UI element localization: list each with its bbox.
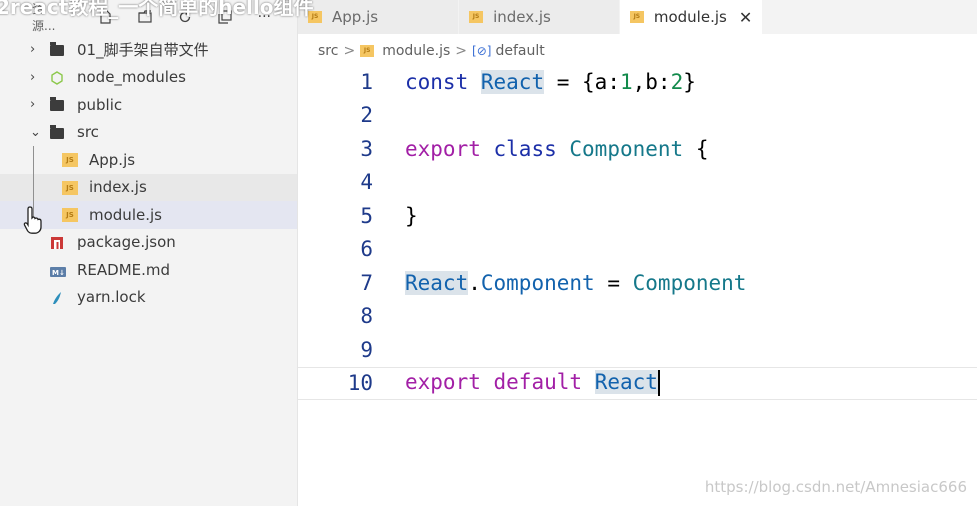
node-folder-icon [50,70,66,85]
code-line: 7 React.Component = Component [298,266,977,299]
js-file-icon: JS [469,11,484,23]
code-line: 2 [298,99,977,132]
breadcrumb-src[interactable]: src [318,43,338,59]
code-line: 3 export class Component { [298,132,977,165]
tree-item-node-modules[interactable]: › node_modules [0,64,297,92]
watermark: https://blog.csdn.net/Amnesiac666 [704,478,967,496]
line-number: 3 [360,136,373,161]
chevron-right-icon: › [30,97,36,113]
js-file-icon: JS [360,45,375,57]
breadcrumb-separator: > [455,43,468,59]
chevron-right-icon: › [30,42,36,58]
code-line: 6 [298,233,977,266]
markdown-file-icon: M↓ [50,264,66,278]
yarn-file-icon [50,290,66,304]
chevron-right-icon: › [30,69,36,85]
line-number: 5 [360,203,373,228]
tree-item-readme[interactable]: M↓ README.md [0,256,297,284]
video-title-overlay: 2react教程_一个简单的hello组件 [0,0,314,19]
code-text: const React = {a:1,b:2} [405,69,696,94]
code-line: 5 } [298,199,977,232]
tree-item-label: index.js [89,178,147,197]
code-line: 4 [298,166,977,199]
code-line: 9 [298,333,977,366]
code-editor[interactable]: 1 const React = {a:1,b:2} 2 3 export cla… [298,64,977,506]
close-tab-icon[interactable]: ✕ [739,8,752,27]
folder-open-icon [50,124,64,139]
text-caret [657,370,660,396]
tree-item-label: src [77,123,99,142]
js-file-icon: JS [62,180,78,195]
npm-file-icon [50,236,66,250]
tree-item-yarn-lock[interactable]: yarn.lock [0,284,297,312]
tree-item-label: node_modules [77,68,186,87]
tree-item-label: public [77,95,123,114]
line-number: 8 [360,304,373,328]
symbol-variable-icon: [⊘] [472,44,492,58]
js-file-icon: JS [629,11,644,23]
code-text: } [405,203,418,228]
folder-icon [50,97,64,111]
folder-icon [50,42,64,56]
breadcrumb-symbol[interactable]: default [495,43,544,59]
tree-item-label: package.json [77,233,176,252]
line-number: 4 [360,170,373,194]
hand-cursor-icon [23,206,42,234]
tree-item-folder-01[interactable]: › 01_脚手架自带文件 [0,36,297,64]
line-number: 10 [347,371,373,395]
code-line: 1 const React = {a:1,b:2} [298,65,977,98]
tree-item-label: App.js [89,150,136,169]
breadcrumb: src > JS module.js > [⊘] default [298,38,977,64]
tab-label: module.js [653,8,727,26]
line-number: 6 [360,237,373,261]
tree-item-index-js[interactable]: JS index.js [0,173,297,201]
chevron-down-icon: ⌄ [30,124,41,140]
tree-item-label: yarn.lock [77,288,146,307]
tree-item-app-js[interactable]: JS App.js [0,146,297,174]
tab-label: index.js [493,8,551,26]
tree-item-label: README.md [77,260,171,279]
editor-tabs: JS App.js JS index.js JS module.js ✕ [298,0,977,34]
file-tree: › 01_脚手架自带文件 › node_modules › public ⌄ s… [0,36,297,311]
tab-label: App.js [332,8,379,26]
tab-module-js[interactable]: JS module.js ✕ [619,0,764,34]
code-line-current: 10 export default React [298,366,977,400]
line-number: 1 [360,69,373,94]
code-text: React.Component = Component [405,270,747,295]
explorer-sidebar: 资源... ··· › 01_脚手架自带文件 › node_modules › … [0,0,298,506]
tree-item-label: module.js [89,205,162,224]
js-file-icon: JS [62,208,78,222]
code-text: export class Component { [405,136,709,161]
tree-item-src[interactable]: ⌄ src [0,119,297,147]
tree-item-label: 01_脚手架自带文件 [77,41,209,60]
code-line: 8 [298,300,977,333]
breadcrumb-file[interactable]: module.js [382,43,450,59]
tab-index-js[interactable]: JS index.js [459,0,620,34]
code-text: export default React [405,370,660,396]
line-number: 2 [360,103,373,127]
svg-text:M↓: M↓ [52,269,65,277]
js-file-icon: JS [62,153,78,167]
tree-item-public[interactable]: › public [0,91,297,119]
line-number: 7 [360,270,373,295]
line-number: 9 [360,337,373,362]
breadcrumb-separator: > [343,43,356,59]
tab-app-js[interactable]: JS App.js [298,0,460,34]
